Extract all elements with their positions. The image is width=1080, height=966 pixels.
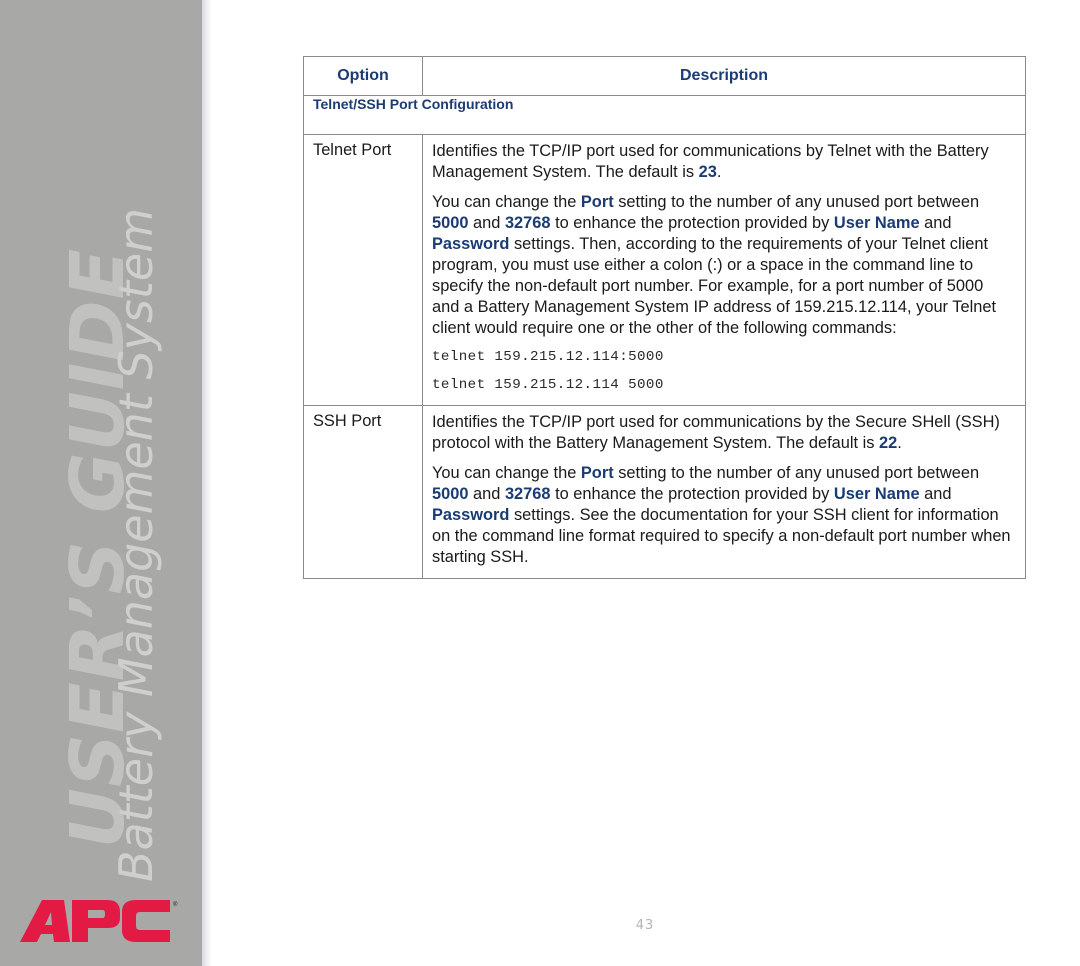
sidebar: USER’S GUIDE Battery Management System ® — [0, 0, 202, 966]
table-row: SSH Port Identifies the TCP/IP port used… — [303, 405, 1026, 579]
option-description: Identifies the TCP/IP port used for comm… — [422, 134, 1026, 406]
table-row: Telnet Port Identifies the TCP/IP port u… — [303, 134, 1026, 406]
description-paragraph: Identifies the TCP/IP port used for comm… — [432, 142, 989, 181]
options-table: Option Description Telnet/SSH Port Confi… — [303, 56, 1026, 579]
page-number: 43 — [635, 918, 655, 933]
description-paragraph: You can change the Port setting to the n… — [432, 193, 997, 337]
section-title: Telnet/SSH Port Configuration — [303, 95, 1026, 135]
sidebar-edge-shadow — [202, 0, 212, 966]
option-description: Identifies the TCP/IP port used for comm… — [422, 405, 1026, 579]
registered-mark: ® — [173, 901, 178, 908]
description-paragraph: You can change the Port setting to the n… — [432, 464, 1011, 566]
product-name: Battery Management System — [109, 207, 163, 883]
command-example: telnet 159.215.12.114:5000 — [432, 349, 664, 365]
section-row: Telnet/SSH Port Configuration — [303, 95, 1026, 135]
command-example: telnet 159.215.12.114 5000 — [432, 377, 664, 393]
default-value: 22 — [879, 434, 898, 452]
description-paragraph: Identifies the TCP/IP port used for comm… — [432, 413, 1000, 452]
header-option: Option — [303, 56, 423, 96]
option-name: Telnet Port — [303, 134, 423, 406]
default-value: 23 — [698, 163, 717, 181]
option-name: SSH Port — [303, 405, 423, 579]
header-description: Description — [422, 56, 1026, 96]
table-header-row: Option Description — [303, 56, 1026, 96]
